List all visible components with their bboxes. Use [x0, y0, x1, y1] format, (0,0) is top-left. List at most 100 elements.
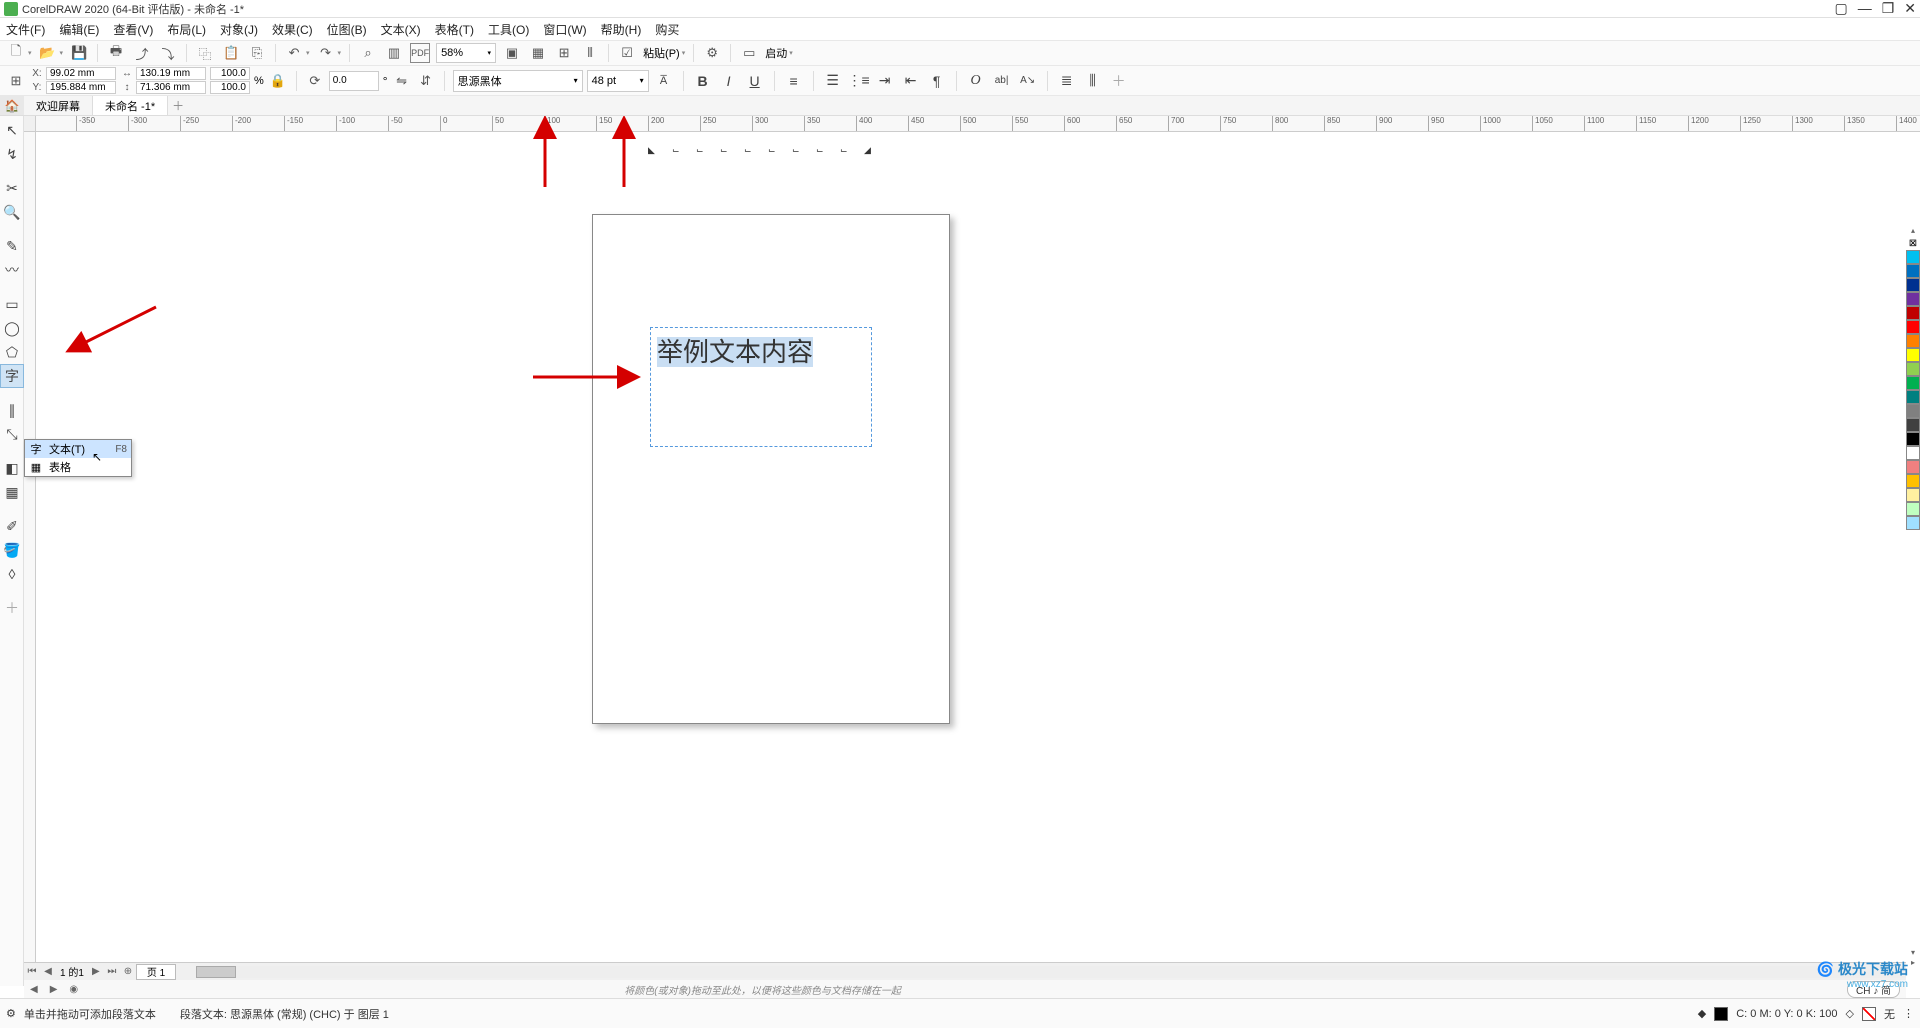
nav-next-icon[interactable]: ▶ — [50, 984, 58, 995]
maximize-button[interactable]: ❐ — [1882, 0, 1895, 17]
tab-welcome[interactable]: 欢迎屏幕 — [24, 96, 93, 115]
clip-button[interactable]: ⎘ — [247, 43, 267, 63]
fill-icon[interactable]: ◆ — [1698, 1007, 1706, 1020]
color-swatch[interactable] — [1906, 446, 1920, 460]
color-swatch[interactable] — [1906, 264, 1920, 278]
open-button[interactable]: 📂 — [38, 43, 58, 63]
font-size-inc-button[interactable]: A̅ — [653, 70, 675, 92]
pick-tool[interactable]: ↖ — [0, 118, 24, 142]
page-first-button[interactable]: ⏮ — [24, 964, 40, 980]
page-tab-1[interactable]: 页 1 — [136, 964, 176, 980]
color-swatch[interactable] — [1906, 474, 1920, 488]
height-input[interactable] — [136, 81, 206, 94]
color-swatch[interactable] — [1906, 320, 1920, 334]
rectangle-tool[interactable]: ▭ — [0, 292, 24, 316]
status-menu-icon[interactable]: ⋮ — [1903, 1007, 1914, 1020]
pdf-button[interactable]: PDF — [410, 43, 430, 63]
menu-help[interactable]: 帮助(H) — [601, 21, 642, 38]
tab-add-button[interactable]: ＋ — [168, 97, 188, 114]
transparency-tool[interactable]: ▦ — [0, 480, 24, 504]
color-swatch[interactable] — [1906, 292, 1920, 306]
menu-layout[interactable]: 布局(L) — [167, 21, 206, 38]
launch-dropdown[interactable]: 启动 — [765, 45, 787, 61]
color-swatch[interactable] — [1906, 516, 1920, 530]
indent-button[interactable]: ⇥ — [874, 70, 896, 92]
add-button[interactable]: ＋ — [1108, 70, 1130, 92]
artistic-media-tool[interactable]: 〰 — [0, 258, 24, 282]
launch-icon[interactable]: ▭ — [739, 43, 759, 63]
paste-button[interactable]: 📋 — [221, 43, 241, 63]
ruler-corner[interactable] — [24, 116, 36, 132]
freehand-tool[interactable]: ✎ — [0, 234, 24, 258]
paste-dropdown[interactable]: 粘贴(P) — [643, 45, 680, 61]
add-tool[interactable]: ＋ — [0, 596, 24, 620]
fill-color-swatch[interactable] — [1714, 1007, 1728, 1021]
full-screen-button[interactable]: ▣ — [502, 43, 522, 63]
home-tab[interactable]: 🏠 — [0, 96, 24, 115]
menu-buy[interactable]: 购买 — [655, 21, 679, 38]
bold-button[interactable]: B — [692, 70, 714, 92]
color-swatch[interactable] — [1906, 418, 1920, 432]
color-swatch[interactable] — [1906, 306, 1920, 320]
text-tool[interactable]: 字 — [0, 364, 24, 388]
x-input[interactable] — [46, 67, 116, 80]
number-list-button[interactable]: ⋮≡ — [848, 70, 870, 92]
italic-button[interactable]: I — [718, 70, 740, 92]
guides-button[interactable]: ⊞ — [554, 43, 574, 63]
font-size-select[interactable]: 48 pt▾ — [587, 70, 649, 92]
page-last-button[interactable]: ⏭ — [104, 964, 120, 980]
options-button[interactable]: ☑ — [617, 43, 637, 63]
palette-down-button[interactable]: ▾ — [1906, 948, 1920, 958]
underline-button[interactable]: U — [744, 70, 766, 92]
settings-button[interactable]: ⚙ — [702, 43, 722, 63]
scale-y-input[interactable] — [210, 81, 250, 94]
color-swatch[interactable] — [1906, 488, 1920, 502]
status-gear-icon[interactable]: ⚙ — [6, 1007, 16, 1020]
eyedropper-tool[interactable]: ✐ — [0, 514, 24, 538]
import-button[interactable]: ⤵ — [158, 43, 178, 63]
undo-button[interactable]: ↶ — [284, 43, 304, 63]
menu-file[interactable]: 文件(F) — [6, 21, 45, 38]
redo-button[interactable]: ↷ — [316, 43, 336, 63]
color-swatch[interactable] — [1906, 404, 1920, 418]
polygon-tool[interactable]: ⬠ — [0, 340, 24, 364]
menu-object[interactable]: 对象(J) — [220, 21, 258, 38]
canvas[interactable]: ◣ ⌙ ⌙ ⌙ ⌙ ⌙ ⌙ ⌙ ⌙ ◢ 举例文本内容 — [36, 132, 1904, 986]
color-swatch[interactable] — [1906, 502, 1920, 516]
nav-prev-icon[interactable]: ◀ — [30, 984, 38, 995]
horizontal-ruler[interactable]: -350-300-250-200-150-100-500501001502002… — [36, 116, 1920, 132]
color-swatch[interactable] — [1906, 460, 1920, 474]
new-button[interactable]: 🗋 — [6, 43, 26, 63]
menu-tools[interactable]: 工具(O) — [488, 21, 529, 38]
color-swatch[interactable] — [1906, 278, 1920, 292]
mirror-h-button[interactable]: ⇋ — [392, 71, 412, 91]
text-content[interactable]: 举例文本内容 — [651, 328, 871, 373]
crop-tool[interactable]: ✂ — [0, 176, 24, 200]
minimize-doc-icon[interactable]: ▢ — [1834, 0, 1847, 17]
flyout-table-tool[interactable]: ▦ 表格 — [25, 458, 131, 476]
minimize-button[interactable]: — — [1858, 0, 1872, 17]
tab-document[interactable]: 未命名 -1* — [93, 96, 168, 115]
text-direction-h-button[interactable]: ≣ — [1056, 70, 1078, 92]
font-family-select[interactable]: 思源黑体▾ — [453, 70, 583, 92]
close-button[interactable]: ✕ — [1904, 0, 1916, 17]
outdent-button[interactable]: ⇤ — [900, 70, 922, 92]
zoom-tool[interactable]: 🔍 — [0, 200, 24, 224]
scale-x-input[interactable] — [210, 67, 250, 80]
lock-ratio-button[interactable]: 🔒 — [268, 71, 288, 91]
vertical-ruler[interactable] — [24, 132, 36, 986]
grid-button[interactable]: ▦ — [528, 43, 548, 63]
page[interactable] — [592, 214, 950, 724]
connector-tool[interactable]: ⤡ — [0, 422, 24, 446]
variable-font-button[interactable]: O — [965, 70, 987, 92]
shape-tool[interactable]: ↯ — [0, 142, 24, 166]
outline-color-swatch[interactable] — [1862, 1007, 1876, 1021]
color-swatch[interactable] — [1906, 348, 1920, 362]
width-input[interactable] — [136, 67, 206, 80]
text-props-button[interactable]: ab| — [991, 70, 1013, 92]
color-swatch[interactable] — [1906, 250, 1920, 264]
paragraph-text-frame[interactable]: 举例文本内容 — [650, 327, 872, 447]
zoom-level[interactable]: 58%▾ — [436, 43, 496, 63]
flyout-text-tool[interactable]: 字 文本(T) F8 — [25, 440, 131, 458]
y-input[interactable] — [46, 81, 116, 94]
